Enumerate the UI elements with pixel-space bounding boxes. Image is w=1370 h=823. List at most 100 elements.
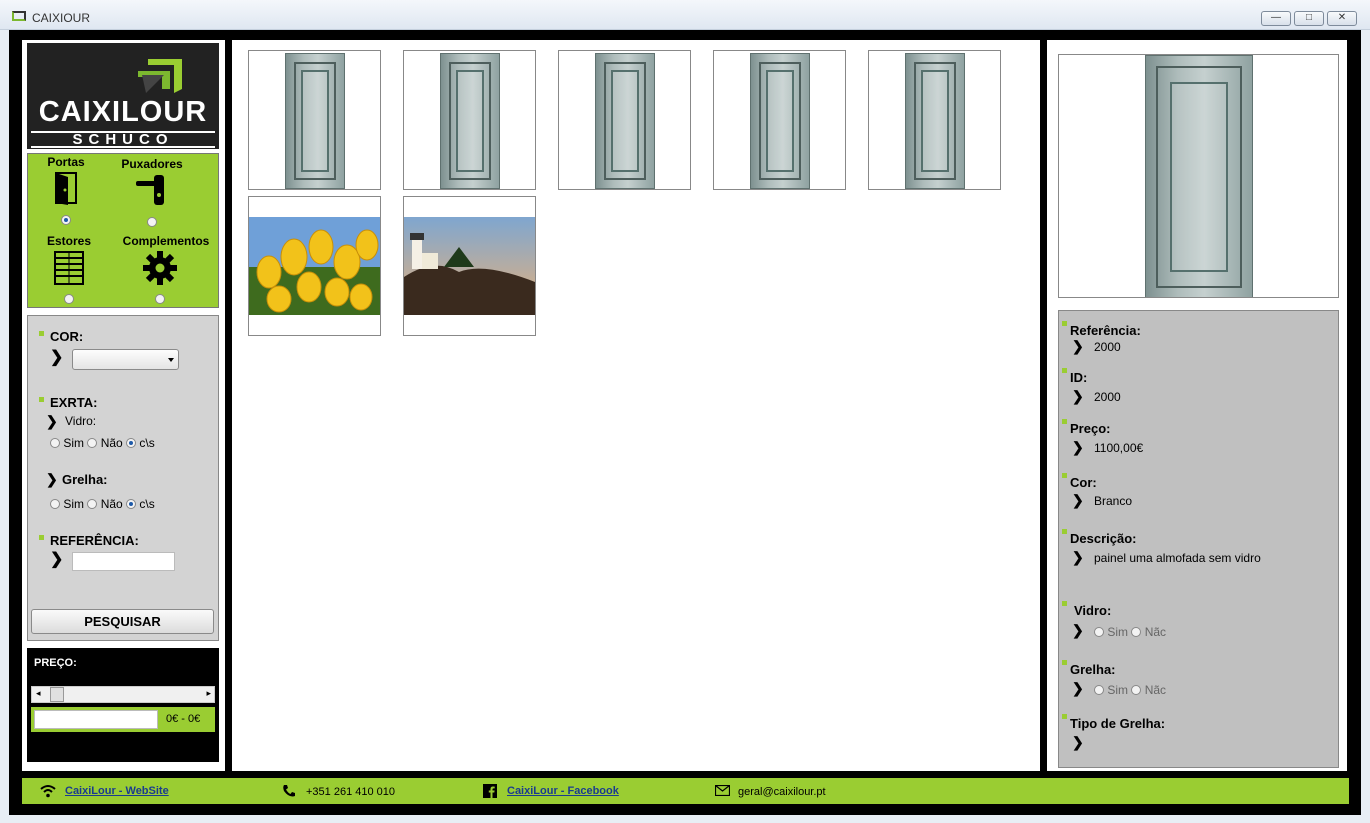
bullet-icon xyxy=(1062,321,1067,326)
referencia-input[interactable] xyxy=(72,552,175,571)
chevron-right-icon: ❯ xyxy=(1072,388,1084,404)
detail-referencia-label: Referência: xyxy=(1070,323,1141,338)
chevron-right-icon: ❯ xyxy=(1072,439,1084,455)
category-complementos[interactable]: Complementos xyxy=(116,234,216,305)
detail-cor-value: Branco xyxy=(1094,494,1133,508)
vidro-cs-radio[interactable] xyxy=(126,437,137,448)
bullet-icon xyxy=(1062,714,1067,719)
option-label: c\s xyxy=(139,435,155,450)
detail-vidro-sim-radio xyxy=(1094,626,1104,637)
price-row: 0€ - 0€ xyxy=(31,707,215,732)
gallery-item[interactable] xyxy=(248,50,381,190)
category-puxadores-radio[interactable] xyxy=(147,216,157,227)
mail-icon xyxy=(715,785,730,796)
price-input[interactable] xyxy=(34,710,158,729)
door-image xyxy=(750,53,810,189)
footer-bar: CaixiLour - WebSite +351 261 410 010 Cai… xyxy=(22,778,1349,804)
chevron-right-icon: ❯ xyxy=(1072,549,1084,565)
minimize-button[interactable]: — xyxy=(1261,11,1291,26)
lighthouse-image xyxy=(404,217,535,315)
bullet-icon xyxy=(1062,368,1067,373)
option-label: Sim xyxy=(63,435,85,450)
option-label: Nãc xyxy=(1144,682,1167,697)
app-icon xyxy=(12,11,26,21)
grelha-cs-radio[interactable] xyxy=(126,498,137,509)
phone-icon xyxy=(283,785,295,797)
bullet-icon xyxy=(1062,660,1067,665)
category-estores-radio[interactable] xyxy=(64,293,74,304)
door-image xyxy=(1145,55,1253,297)
option-label: Sim xyxy=(1107,682,1129,697)
cor-select[interactable] xyxy=(72,349,179,370)
bullet-icon xyxy=(39,535,44,540)
category-label: Estores xyxy=(46,234,92,248)
caixilour-logo: CAIXILOUR SCHÜCO xyxy=(27,43,219,149)
referencia-label: REFERÊNCIA: xyxy=(50,533,139,548)
bullet-icon xyxy=(39,331,44,336)
gallery-item[interactable] xyxy=(868,50,1001,190)
gallery-item[interactable] xyxy=(403,50,536,190)
category-label: Complementos xyxy=(122,234,210,248)
category-portas-radio[interactable] xyxy=(61,214,71,225)
grelha-label: Grelha: xyxy=(62,472,108,487)
scroll-left-icon[interactable]: ◂ xyxy=(36,688,41,699)
gallery-item[interactable] xyxy=(248,196,381,336)
chevron-right-icon: ❯ xyxy=(50,349,64,366)
facebook-link[interactable]: CaixiLour - Facebook xyxy=(507,785,619,797)
scroll-right-icon[interactable]: ▸ xyxy=(206,688,211,699)
detail-vidro-label: Vidro: xyxy=(1074,603,1112,618)
maximize-button[interactable]: □ xyxy=(1294,11,1324,26)
category-puxadores[interactable]: Puxadores xyxy=(116,157,188,228)
slider-thumb[interactable] xyxy=(50,687,64,702)
gallery-item[interactable] xyxy=(713,50,846,190)
category-label: Puxadores xyxy=(121,157,183,171)
detail-vidro-nao-radio xyxy=(1131,626,1142,637)
price-range: 0€ - 0€ xyxy=(166,713,201,725)
vidro-sim-radio[interactable] xyxy=(50,437,60,448)
detail-id-label: ID: xyxy=(1070,370,1088,385)
category-label: Portas xyxy=(47,155,85,169)
detail-grelha-label: Grelha: xyxy=(1070,662,1116,677)
bullet-icon xyxy=(39,397,44,402)
bullet-icon xyxy=(1062,529,1067,534)
door-icon xyxy=(55,172,77,205)
chevron-right-icon: ❯ xyxy=(1072,338,1084,354)
detail-preco-label: Preço: xyxy=(1070,421,1111,436)
logo-brand: CAIXILOUR xyxy=(38,96,208,128)
door-image xyxy=(440,53,500,189)
detail-grelha-nao-radio xyxy=(1131,684,1142,695)
wifi-icon xyxy=(40,785,56,798)
product-preview xyxy=(1058,54,1339,298)
chevron-right-icon: ❯ xyxy=(46,471,58,487)
vidro-options: Sim Não c\s xyxy=(50,435,155,450)
category-complementos-radio[interactable] xyxy=(155,293,165,304)
shutter-icon xyxy=(54,251,84,285)
gallery-item[interactable] xyxy=(558,50,691,190)
vidro-nao-radio[interactable] xyxy=(87,437,98,448)
option-label: Sim xyxy=(63,496,85,511)
category-portas[interactable]: Portas xyxy=(36,155,96,226)
bullet-icon xyxy=(1062,601,1067,606)
bullet-icon xyxy=(1062,473,1067,478)
price-slider[interactable]: ◂ ▸ xyxy=(31,686,215,703)
grelha-sim-radio[interactable] xyxy=(50,498,60,509)
chevron-right-icon: ❯ xyxy=(1072,622,1084,638)
option-label: Nãc xyxy=(1144,624,1167,639)
search-button[interactable]: PESQUISAR xyxy=(31,609,214,634)
window-titlebar: CAIXIOUR — □ ✕ xyxy=(0,0,1370,30)
price-label: PREÇO: xyxy=(34,657,77,669)
option-label: Sim xyxy=(1107,624,1129,639)
close-button[interactable]: ✕ xyxy=(1327,11,1357,26)
website-link[interactable]: CaixiLour - WebSite xyxy=(65,785,169,797)
logo-mark-icon xyxy=(138,59,182,93)
detail-vidro-options: Sim Nãc xyxy=(1094,624,1166,639)
category-estores[interactable]: Estores xyxy=(36,234,102,305)
gallery-item[interactable] xyxy=(403,196,536,336)
detail-preco-value: 1100,00€ xyxy=(1094,441,1144,455)
gear-icon xyxy=(143,251,177,285)
detail-cor-label: Cor: xyxy=(1070,475,1097,490)
grelha-nao-radio[interactable] xyxy=(87,498,98,509)
chevron-right-icon: ❯ xyxy=(1072,734,1084,750)
email-address: geral@caixilour.pt xyxy=(738,786,826,798)
handle-icon xyxy=(136,175,164,205)
